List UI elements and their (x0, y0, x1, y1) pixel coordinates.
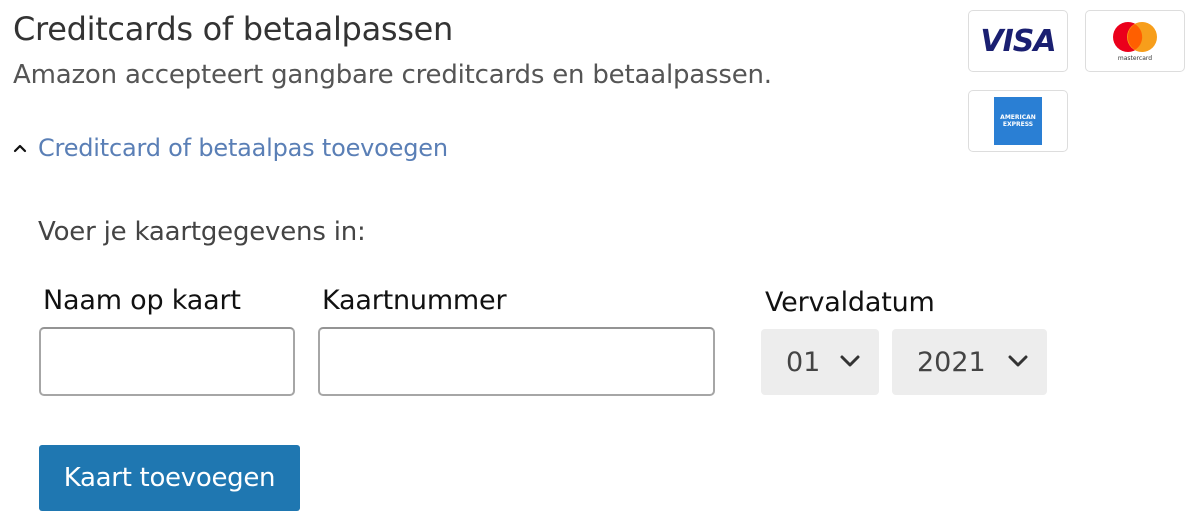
visa-logo-text: VISA (980, 23, 1056, 59)
add-card-button[interactable]: Kaart toevoegen (39, 445, 300, 511)
caret-up-icon (12, 140, 28, 156)
chevron-down-icon (1008, 355, 1028, 367)
chevron-down-icon (840, 355, 860, 367)
form-intro: Voer je kaartgegevens in: (38, 217, 366, 247)
mastercard-circles-icon (1113, 21, 1157, 52)
expiry-year-value: 2021 (917, 346, 986, 378)
mastercard-wordmark: mastercard (1117, 54, 1153, 62)
add-card-expander[interactable]: Creditcard of betaalpas toevoegen (12, 134, 448, 162)
amex-badge: AMERICAN EXPRESS (994, 97, 1042, 145)
card-number-label: Kaartnummer (322, 285, 507, 316)
amex-line2: EXPRESS (1002, 121, 1034, 128)
section-subtitle: Amazon accepteert gangbare creditcards e… (13, 60, 772, 90)
name-on-card-input[interactable] (39, 327, 295, 396)
name-on-card-label: Naam op kaart (43, 285, 241, 316)
expiry-date-label: Vervaldatum (765, 287, 935, 318)
add-card-link[interactable]: Creditcard of betaalpas toevoegen (38, 134, 448, 162)
card-number-input[interactable] (318, 327, 715, 396)
amex-logo: AMERICAN EXPRESS (968, 90, 1068, 152)
mastercard-logo: mastercard (1085, 10, 1185, 72)
expiry-month-value: 01 (786, 346, 821, 378)
section-title: Creditcards of betaalpassen (13, 10, 453, 48)
visa-logo: VISA (968, 10, 1068, 72)
expiry-year-select[interactable]: 2021 (892, 329, 1047, 395)
amex-line1: AMERICAN (1000, 114, 1036, 121)
expiry-month-select[interactable]: 01 (761, 329, 879, 395)
